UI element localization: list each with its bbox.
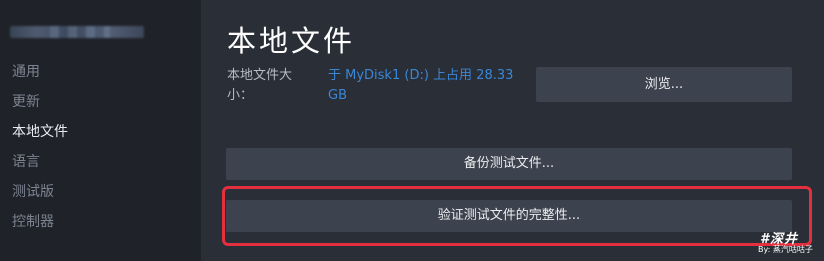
page-title: 本地文件: [227, 24, 356, 58]
disk-usage-link[interactable]: 于 MyDisk1 (D:) 上占用 28.33 GB: [328, 66, 524, 106]
sidebar-item-betas[interactable]: 测试版: [12, 181, 54, 201]
sidebar-item-updates[interactable]: 更新: [12, 91, 40, 111]
sidebar-item-general[interactable]: 通用: [12, 61, 40, 81]
sidebar-item-language[interactable]: 语言: [12, 151, 40, 171]
properties-window: 通用 更新 本地文件 语言 测试版 控制器 本地文件 本地文件大小： 于 MyD…: [0, 0, 824, 261]
blurred-game-title: [10, 26, 144, 38]
watermark: #深井 By: 蒸汽咕咕子: [758, 226, 820, 258]
browse-button[interactable]: 浏览...: [536, 67, 792, 102]
backup-files-button[interactable]: 备份测试文件...: [226, 148, 792, 180]
sidebar-item-local-files[interactable]: 本地文件: [12, 121, 68, 141]
watermark-byline: By: 蒸汽咕咕子: [758, 245, 813, 254]
sidebar: 通用 更新 本地文件 语言 测试版 控制器: [0, 0, 201, 261]
sidebar-item-controller[interactable]: 控制器: [12, 211, 54, 231]
verify-integrity-button[interactable]: 验证测试文件的完整性...: [226, 200, 792, 232]
local-files-size-label: 本地文件大小：: [227, 68, 293, 103]
